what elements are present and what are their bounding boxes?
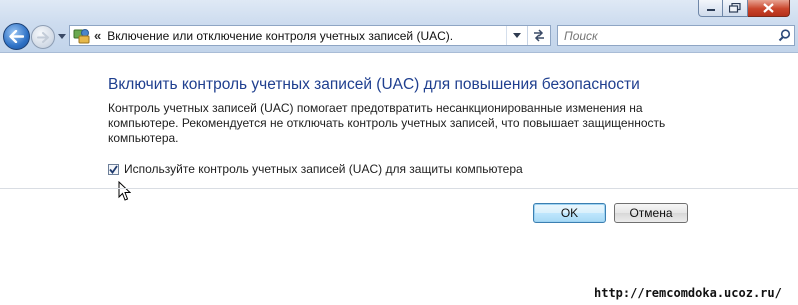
minimize-button[interactable] bbox=[698, 0, 723, 17]
mouse-cursor-icon bbox=[118, 180, 132, 207]
recent-pages-dropdown[interactable] bbox=[57, 30, 67, 42]
back-arrow-icon bbox=[9, 30, 24, 43]
refresh-icon bbox=[534, 29, 544, 42]
description-text: Контроль учетных записей (UAC) помогает … bbox=[108, 101, 666, 145]
breadcrumb-current[interactable]: Включение или отключение контроля учетны… bbox=[107, 29, 506, 43]
breadcrumb-chevron[interactable]: « bbox=[94, 29, 101, 42]
checkmark-icon bbox=[109, 164, 118, 174]
control-panel-icon bbox=[73, 27, 91, 44]
dropdown-arrow-icon bbox=[513, 33, 521, 38]
cancel-button[interactable]: Отмена bbox=[614, 203, 688, 223]
search-input[interactable] bbox=[558, 26, 774, 45]
forward-button[interactable] bbox=[31, 25, 55, 49]
window-chrome: « Включение или отключение контроля учет… bbox=[0, 0, 798, 53]
uac-checkbox-row[interactable]: Используйте контроль учетных записей (UA… bbox=[108, 162, 523, 176]
address-bar[interactable]: « Включение или отключение контроля учет… bbox=[69, 25, 551, 46]
back-button[interactable] bbox=[3, 23, 30, 50]
refresh-button[interactable] bbox=[527, 26, 550, 45]
page-title: Включить контроль учетных записей (UAC) … bbox=[108, 76, 640, 93]
uac-checkbox-label[interactable]: Используйте контроль учетных записей (UA… bbox=[124, 162, 523, 176]
maximize-icon bbox=[729, 3, 741, 13]
ok-button[interactable]: OK bbox=[533, 203, 606, 223]
minimize-icon bbox=[706, 9, 715, 11]
divider bbox=[0, 188, 798, 189]
caption-buttons bbox=[698, 0, 790, 17]
close-button[interactable] bbox=[748, 0, 790, 17]
forward-arrow-icon bbox=[36, 31, 49, 43]
maximize-button[interactable] bbox=[723, 0, 748, 17]
dropdown-arrow-icon bbox=[58, 33, 66, 39]
uac-checkbox[interactable] bbox=[108, 163, 119, 175]
search-icon[interactable] bbox=[774, 26, 794, 45]
search-box[interactable] bbox=[557, 25, 795, 46]
watermark-url: http://remcomdoka.ucoz.ru/ bbox=[594, 286, 782, 300]
close-icon bbox=[763, 3, 774, 13]
address-dropdown-button[interactable] bbox=[506, 26, 527, 45]
